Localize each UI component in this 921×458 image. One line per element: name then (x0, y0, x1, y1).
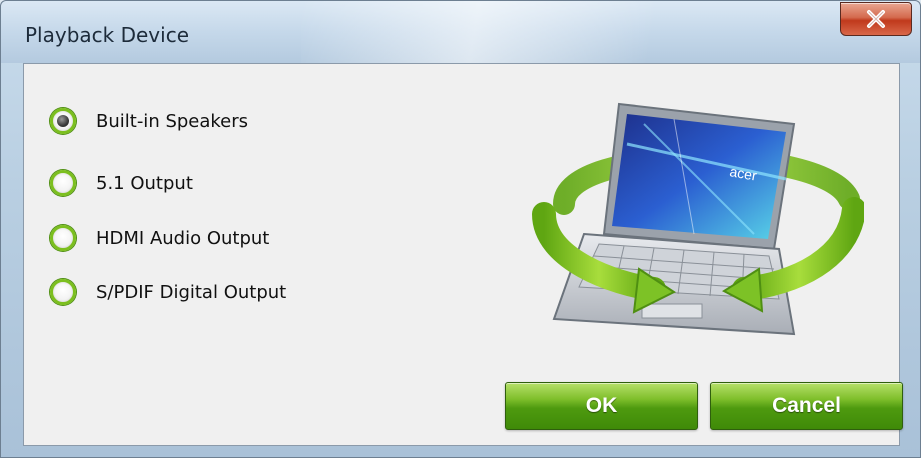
title-bar-glass (301, 1, 801, 63)
radio-spdif-digital-output[interactable] (50, 279, 76, 305)
option-spdif-digital-output[interactable]: S/PDIF Digital Output (50, 279, 286, 305)
radio-5-1-output[interactable] (50, 170, 76, 196)
cancel-button[interactable]: Cancel (710, 382, 903, 430)
option-5-1-output[interactable]: 5.1 Output (50, 170, 193, 196)
window-title: Playback Device (25, 23, 189, 47)
playback-device-dialog: Playback Device Built-in Speakers 5.1 Ou… (0, 0, 921, 458)
radio-built-in-speakers[interactable] (50, 108, 76, 134)
option-label: HDMI Audio Output (96, 227, 270, 249)
title-bar[interactable]: Playback Device (1, 1, 920, 63)
option-label: 5.1 Output (96, 172, 193, 194)
ok-button[interactable]: OK (505, 382, 698, 430)
option-built-in-speakers[interactable]: Built-in Speakers (50, 108, 248, 134)
dialog-client-area: Built-in Speakers 5.1 Output HDMI Audio … (23, 63, 903, 446)
option-label: S/PDIF Digital Output (96, 281, 287, 303)
radio-hdmi-audio-output[interactable] (50, 225, 76, 251)
radio-selected-dot (57, 115, 69, 127)
option-label: Built-in Speakers (96, 110, 249, 132)
close-button[interactable] (840, 2, 912, 36)
laptop-rotate-illustration: acer (532, 102, 864, 336)
option-hdmi-audio-output[interactable]: HDMI Audio Output (50, 225, 269, 251)
close-icon (867, 10, 885, 28)
